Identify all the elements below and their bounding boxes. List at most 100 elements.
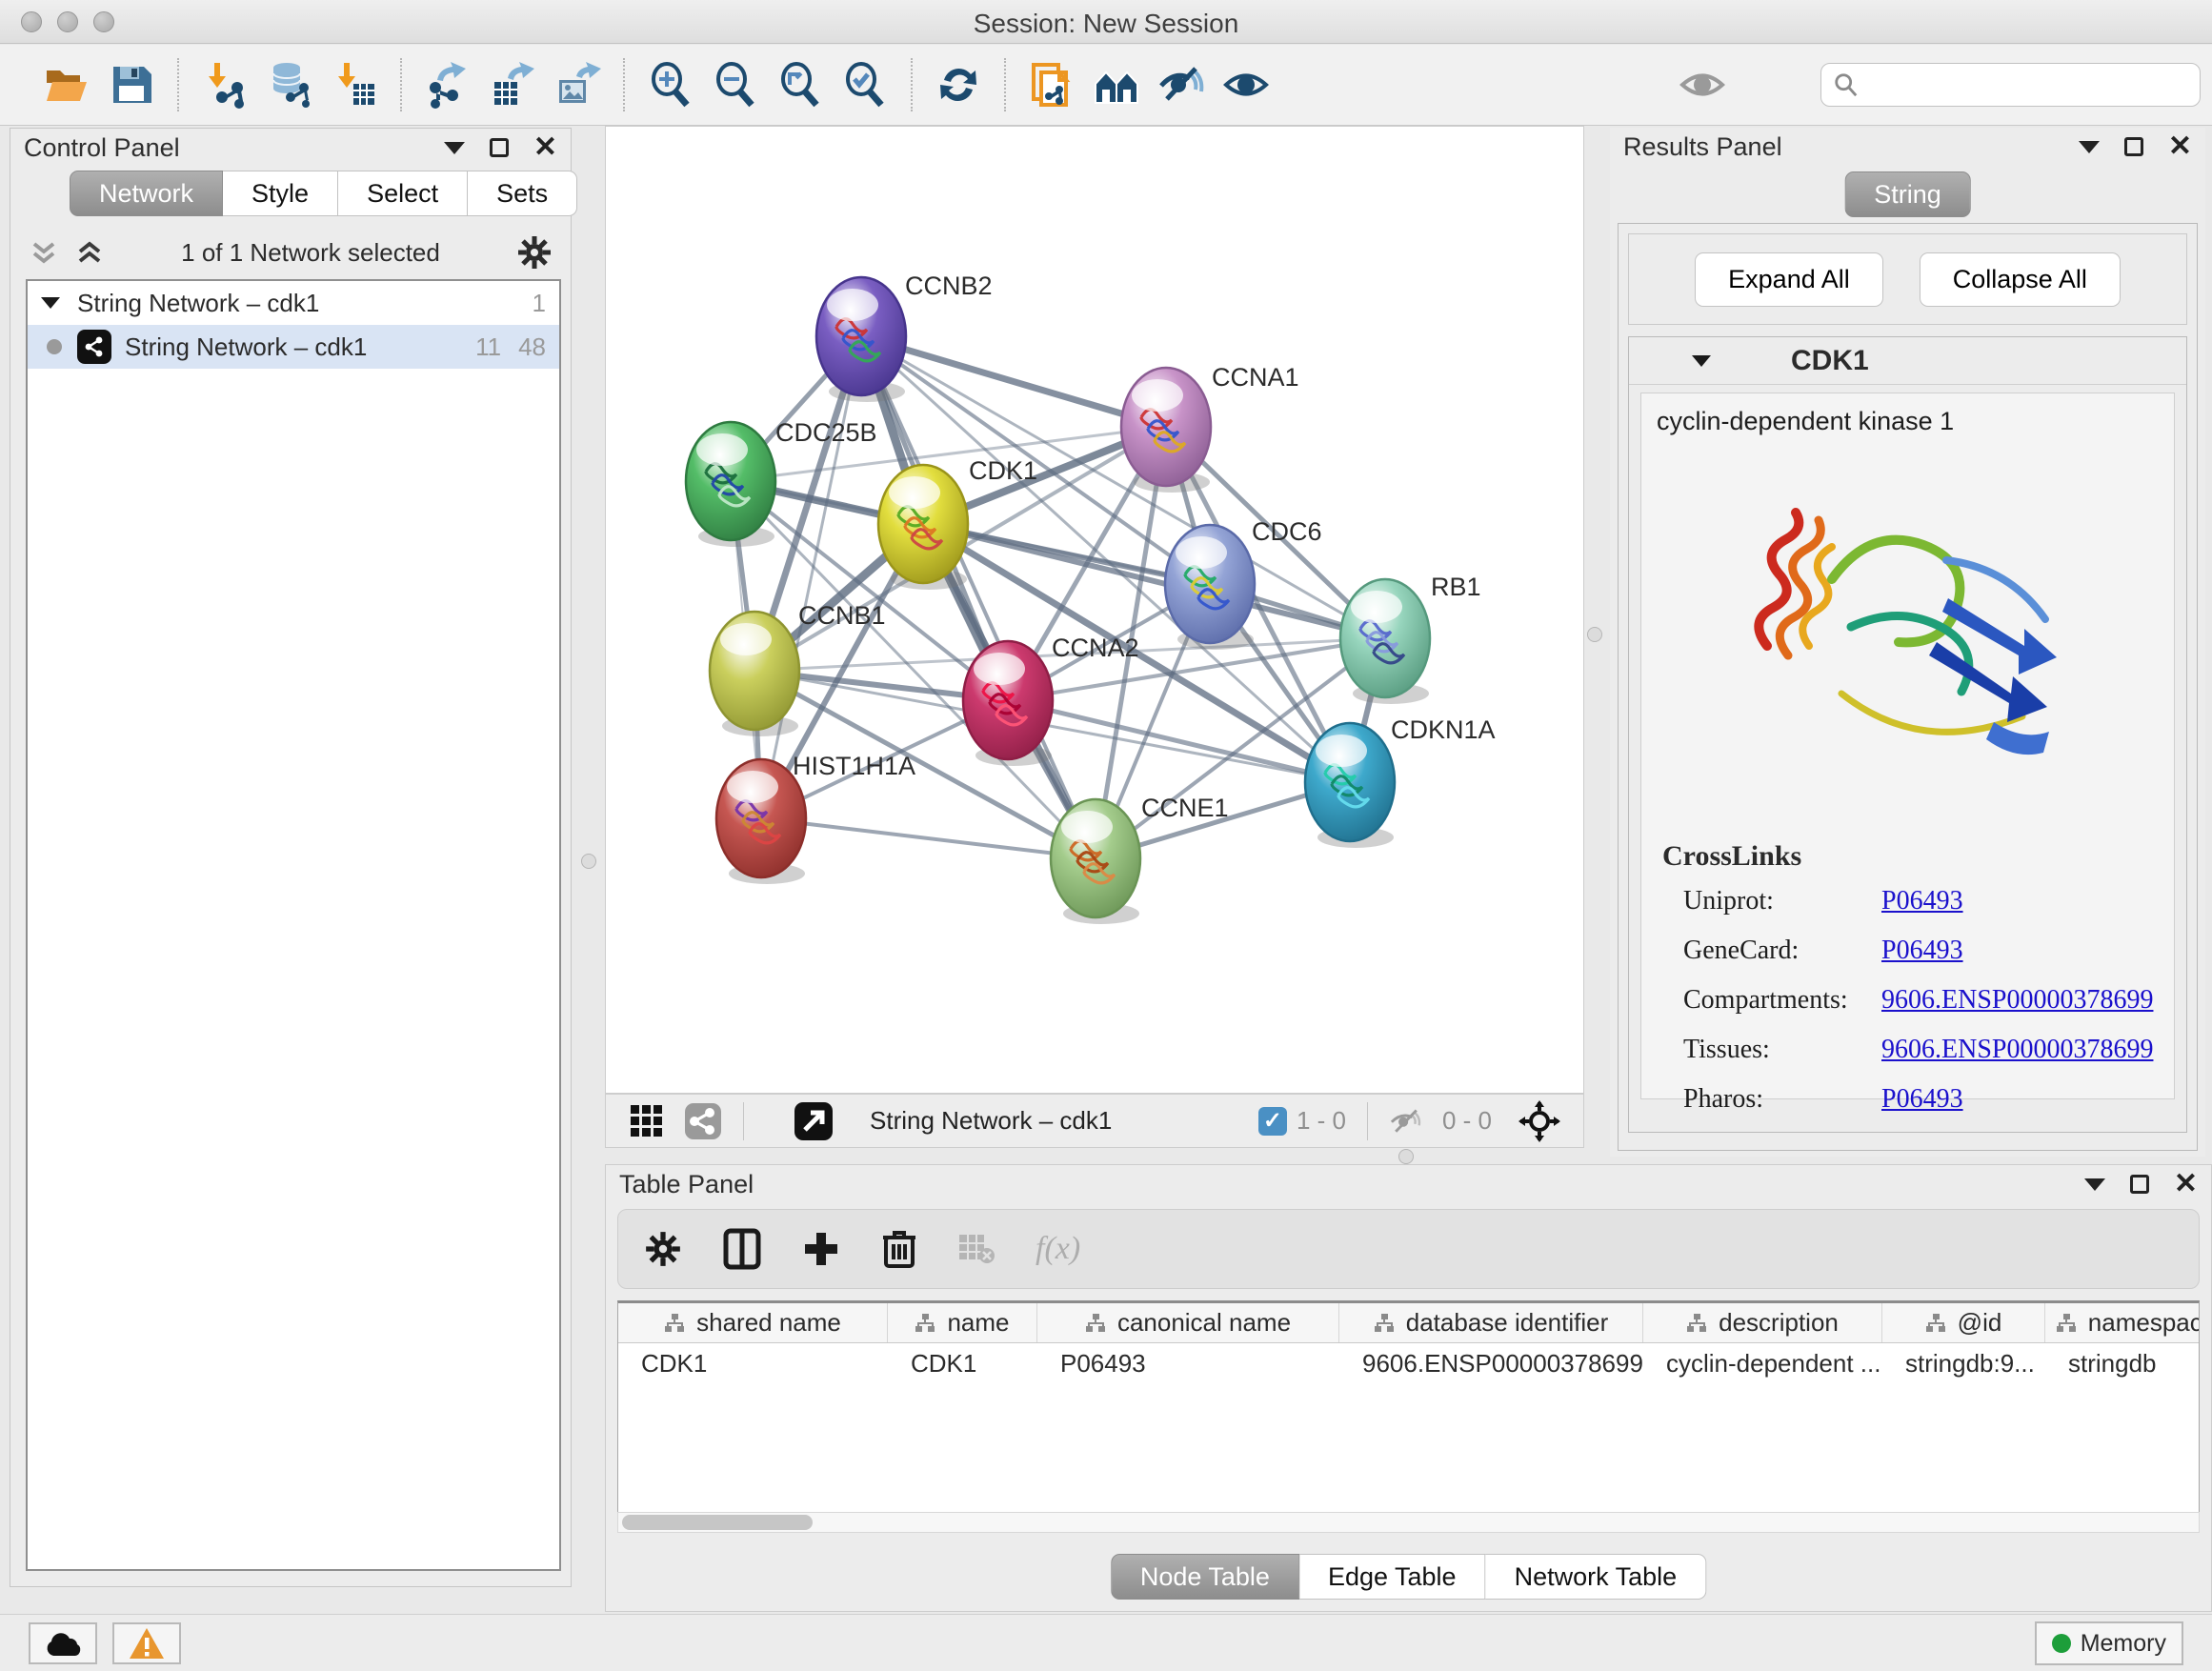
tab-edge-table[interactable]: Edge Table [1299, 1554, 1486, 1600]
memory-button[interactable]: Memory [2035, 1621, 2183, 1665]
hide-selected-icon[interactable] [1157, 57, 1205, 112]
import-network-file-icon[interactable] [201, 57, 249, 112]
column-header[interactable]: description [1643, 1303, 1882, 1342]
fit-selection-crosshair-icon[interactable] [1518, 1100, 1560, 1142]
network-node-RB1[interactable]: RB1 [1340, 573, 1481, 704]
collapse-all-button[interactable]: Collapse All [1920, 252, 2121, 307]
gene-description: cyclin-dependent kinase 1 [1641, 393, 2174, 450]
crosslink-compartments-link[interactable]: 9606.ENSP00000378699 [1881, 985, 2153, 1016]
show-all-icon[interactable] [1222, 57, 1270, 112]
column-header[interactable]: @id [1882, 1303, 2045, 1342]
crosslink-genecard-link[interactable]: P06493 [1881, 936, 1963, 966]
attribute-icon [1374, 1313, 1395, 1334]
selected-items-checkbox-icon[interactable]: ✓ [1258, 1107, 1287, 1136]
attribute-icon [1085, 1313, 1106, 1334]
network-options-gear-icon[interactable] [515, 233, 553, 272]
column-header[interactable]: canonical name [1037, 1303, 1339, 1342]
zoom-fit-icon[interactable] [776, 57, 824, 112]
birdseye-grid-icon[interactable] [629, 1103, 665, 1139]
network-node-CDK1[interactable]: CDK1 [878, 456, 1037, 590]
gene-collapse-icon[interactable] [1692, 355, 1711, 367]
import-table-file-icon[interactable] [331, 57, 378, 112]
refresh-view-icon[interactable] [935, 57, 982, 112]
duplicate-network-icon[interactable] [1028, 57, 1076, 112]
search-input[interactable] [1869, 70, 2188, 100]
select-columns-icon[interactable] [723, 1228, 761, 1270]
tab-string[interactable]: String [1844, 171, 1971, 217]
network-node-CCNE1[interactable]: CCNE1 [1051, 794, 1229, 924]
table-gear-icon[interactable] [643, 1229, 683, 1269]
control-panel-menu-icon[interactable] [444, 142, 465, 154]
network-view[interactable]: CCNB2CCNA1CDC25BCDK1CDC6RB1CCNB1CCNA2CDK… [605, 126, 1584, 1094]
network-collection-row[interactable]: String Network – cdk1 1 [28, 281, 559, 325]
hidden-items-eye-icon[interactable] [1389, 1104, 1423, 1138]
network-edge[interactable] [861, 336, 1166, 427]
table-panel-float-icon[interactable] [2130, 1175, 2149, 1194]
right-splitter-handle[interactable] [1587, 627, 1602, 642]
collapse-all-icon[interactable] [28, 236, 60, 269]
column-header[interactable]: shared name [618, 1303, 888, 1342]
warnings-button[interactable] [112, 1622, 181, 1664]
crosslink-tissues-link[interactable]: 9606.ENSP00000378699 [1881, 1035, 2153, 1065]
column-header[interactable]: name [888, 1303, 1037, 1342]
tab-style[interactable]: Style [223, 171, 338, 216]
tab-sets[interactable]: Sets [468, 171, 577, 216]
crosslink-pharos-link[interactable]: P06493 [1881, 1084, 1963, 1115]
network-row-selected[interactable]: String Network – cdk1 11 48 [28, 325, 559, 369]
tab-select[interactable]: Select [338, 171, 468, 216]
node-label: CCNB2 [905, 272, 993, 300]
network-edge[interactable] [761, 818, 1096, 858]
network-node-CDC25B[interactable]: CDC25B [686, 418, 877, 547]
bottom-splitter-handle[interactable] [1398, 1149, 1414, 1164]
export-network-icon[interactable] [424, 57, 472, 112]
crosslink-row: Tissues:9606.ENSP00000378699 [1662, 1035, 2174, 1065]
node-table[interactable]: shared name name canonical name database… [617, 1300, 2200, 1533]
tab-node-table[interactable]: Node Table [1111, 1554, 1299, 1600]
results-panel-close-icon[interactable]: ✕ [2168, 137, 2192, 156]
network-node-CCNB2[interactable]: CCNB2 [816, 272, 993, 402]
crosslink-uniprot-link[interactable]: P06493 [1881, 886, 1963, 916]
import-network-database-icon[interactable] [266, 57, 313, 112]
column-header[interactable]: namespace [2045, 1303, 2200, 1342]
results-panel-tabs: String [1844, 171, 1971, 217]
show-hide-gray-icon[interactable] [1679, 57, 1726, 112]
tab-network-table[interactable]: Network Table [1486, 1554, 1707, 1600]
results-panel-menu-icon[interactable] [2079, 141, 2100, 153]
first-neighbors-icon[interactable] [1093, 57, 1140, 112]
results-panel-float-icon[interactable] [2124, 137, 2143, 156]
expand-all-button[interactable]: Expand All [1695, 252, 1883, 307]
network-node-CDKN1A[interactable]: CDKN1A [1305, 715, 1496, 848]
network-graph[interactable]: CCNB2CCNA1CDC25BCDK1CDC6RB1CCNB1CCNA2CDK… [606, 127, 1583, 1093]
zoom-in-icon[interactable] [647, 57, 694, 112]
collection-expand-icon[interactable] [41, 297, 60, 309]
delete-column-icon[interactable] [881, 1228, 917, 1270]
tab-network[interactable]: Network [70, 171, 223, 216]
network-node-HIST1H1A[interactable]: HIST1H1A [716, 752, 915, 884]
node-label: CDKN1A [1391, 715, 1496, 744]
expand-all-icon[interactable] [73, 236, 106, 269]
column-header[interactable]: database identifier [1339, 1303, 1643, 1342]
network-node-CCNA1[interactable]: CCNA1 [1121, 363, 1299, 493]
cloud-status-button[interactable] [29, 1622, 97, 1664]
save-session-icon[interactable] [108, 57, 155, 112]
table-panel-close-icon[interactable]: ✕ [2174, 1175, 2198, 1194]
open-in-new-window-icon[interactable] [794, 1101, 834, 1141]
network-edge[interactable] [761, 336, 861, 818]
network-badge-gray-icon[interactable] [684, 1102, 722, 1140]
table-panel-menu-icon[interactable] [2084, 1178, 2105, 1191]
export-table-icon[interactable] [489, 57, 536, 112]
left-splitter-handle[interactable] [581, 854, 596, 869]
zoom-selected-icon[interactable] [841, 57, 889, 112]
add-column-icon[interactable] [801, 1229, 841, 1269]
export-image-icon[interactable] [553, 57, 601, 112]
open-session-icon[interactable] [43, 57, 90, 112]
scrollbar-thumb[interactable] [622, 1515, 813, 1530]
control-panel-float-icon[interactable] [490, 138, 509, 157]
table-horizontal-scrollbar[interactable] [617, 1512, 2200, 1533]
gene-section-header[interactable]: CDK1 [1629, 337, 2186, 385]
control-panel-close-icon[interactable]: ✕ [533, 138, 557, 157]
zoom-out-icon[interactable] [712, 57, 759, 112]
search-box [1820, 63, 2201, 107]
network-node-CCNB1[interactable]: CCNB1 [710, 601, 886, 736]
table-row[interactable]: CDK1 CDK1 P06493 9606.ENSP00000378699 cy… [618, 1343, 2199, 1385]
